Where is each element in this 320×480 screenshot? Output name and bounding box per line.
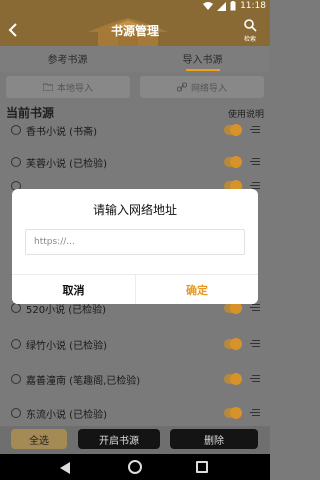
source-name: 嘉善潼南 (笔趣阁,已检验): [26, 376, 141, 387]
usage-help-link[interactable]: 使用说明: [228, 107, 264, 120]
active-tab-indicator: [186, 69, 220, 71]
system-nav-bar: [0, 454, 270, 480]
cancel-button[interactable]: 取消: [12, 275, 135, 304]
drag-handle-icon[interactable]: [250, 158, 260, 167]
radio-button[interactable]: [11, 303, 21, 313]
page-title: 书源管理: [110, 24, 159, 38]
drag-handle-icon[interactable]: [250, 304, 260, 313]
url-input[interactable]: [25, 229, 245, 255]
drag-handle-icon[interactable]: [250, 409, 260, 418]
nav-back-icon[interactable]: [60, 462, 70, 474]
tab-import-sources[interactable]: 导入书源: [135, 51, 270, 66]
dialog-title: 请输入网络地址: [92, 203, 177, 217]
battery-icon: [230, 1, 236, 11]
delete-button[interactable]: 删除: [170, 429, 258, 449]
network-import-label: 网络导入: [190, 83, 227, 94]
status-icons: 11:18: [203, 1, 266, 11]
radio-button[interactable]: [11, 408, 21, 418]
list-item[interactable]: 香书小说 (书斋): [0, 120, 270, 142]
network-address-dialog: 请输入网络地址 取消 确定: [12, 189, 258, 304]
enable-toggle[interactable]: [224, 338, 242, 350]
radio-button[interactable]: [11, 374, 21, 384]
select-all-button[interactable]: 全选: [11, 429, 67, 449]
radio-button[interactable]: [11, 125, 21, 135]
list-item[interactable]: 嘉善潼南 (笔趣阁,已检验): [0, 369, 270, 391]
source-name: 芙蓉小说 (已检验): [26, 159, 107, 170]
source-name: 香书小说 (书斋): [26, 127, 97, 138]
enable-toggle[interactable]: [224, 156, 242, 168]
enable-toggle[interactable]: [224, 124, 242, 136]
tab-bar: 参考书源 导入书源: [0, 46, 270, 72]
network-import-button[interactable]: 网络导入: [140, 76, 264, 98]
search-button[interactable]: 检索: [238, 17, 262, 43]
confirm-button[interactable]: 确定: [136, 275, 258, 304]
local-import-button[interactable]: 本地导入: [6, 76, 130, 98]
search-icon: [244, 19, 257, 32]
source-name: 东流小说 (已检验): [26, 410, 107, 421]
nav-home-icon[interactable]: [128, 460, 142, 474]
local-import-label: 本地导入: [56, 83, 93, 94]
source-name: 绿竹小说 (已检验): [26, 341, 107, 352]
clock: 11:18: [240, 1, 266, 11]
drag-handle-icon[interactable]: [250, 375, 260, 384]
list-item[interactable]: 东流小说 (已检验): [0, 403, 270, 425]
list-item[interactable]: 绿竹小说 (已检验): [0, 334, 270, 356]
nav-recents-icon[interactable]: [196, 461, 208, 473]
section-title: 当前书源: [6, 106, 55, 120]
app-header: 书源管理 检索: [0, 14, 270, 46]
tab-reference-sources[interactable]: 参考书源: [0, 51, 135, 66]
radio-button[interactable]: [11, 339, 21, 349]
enable-sources-button[interactable]: 开启书源: [78, 429, 160, 449]
search-label: 检索: [243, 36, 256, 43]
radio-button[interactable]: [11, 157, 21, 167]
wifi-icon: [203, 1, 214, 10]
link-icon: [176, 82, 187, 92]
status-bar: 11:18: [0, 0, 270, 14]
enable-toggle[interactable]: [224, 407, 242, 419]
list-item[interactable]: 芙蓉小说 (已检验): [0, 152, 270, 174]
folder-icon: [42, 83, 53, 91]
drag-handle-icon[interactable]: [250, 340, 260, 349]
signal-icon: [217, 1, 227, 11]
bottom-action-bar: 全选 开启书源 删除: [0, 426, 270, 454]
enable-toggle[interactable]: [224, 373, 242, 385]
import-button-row: 本地导入 网络导入: [0, 76, 270, 100]
drag-handle-icon[interactable]: [250, 126, 260, 135]
enable-toggle[interactable]: [224, 302, 242, 314]
